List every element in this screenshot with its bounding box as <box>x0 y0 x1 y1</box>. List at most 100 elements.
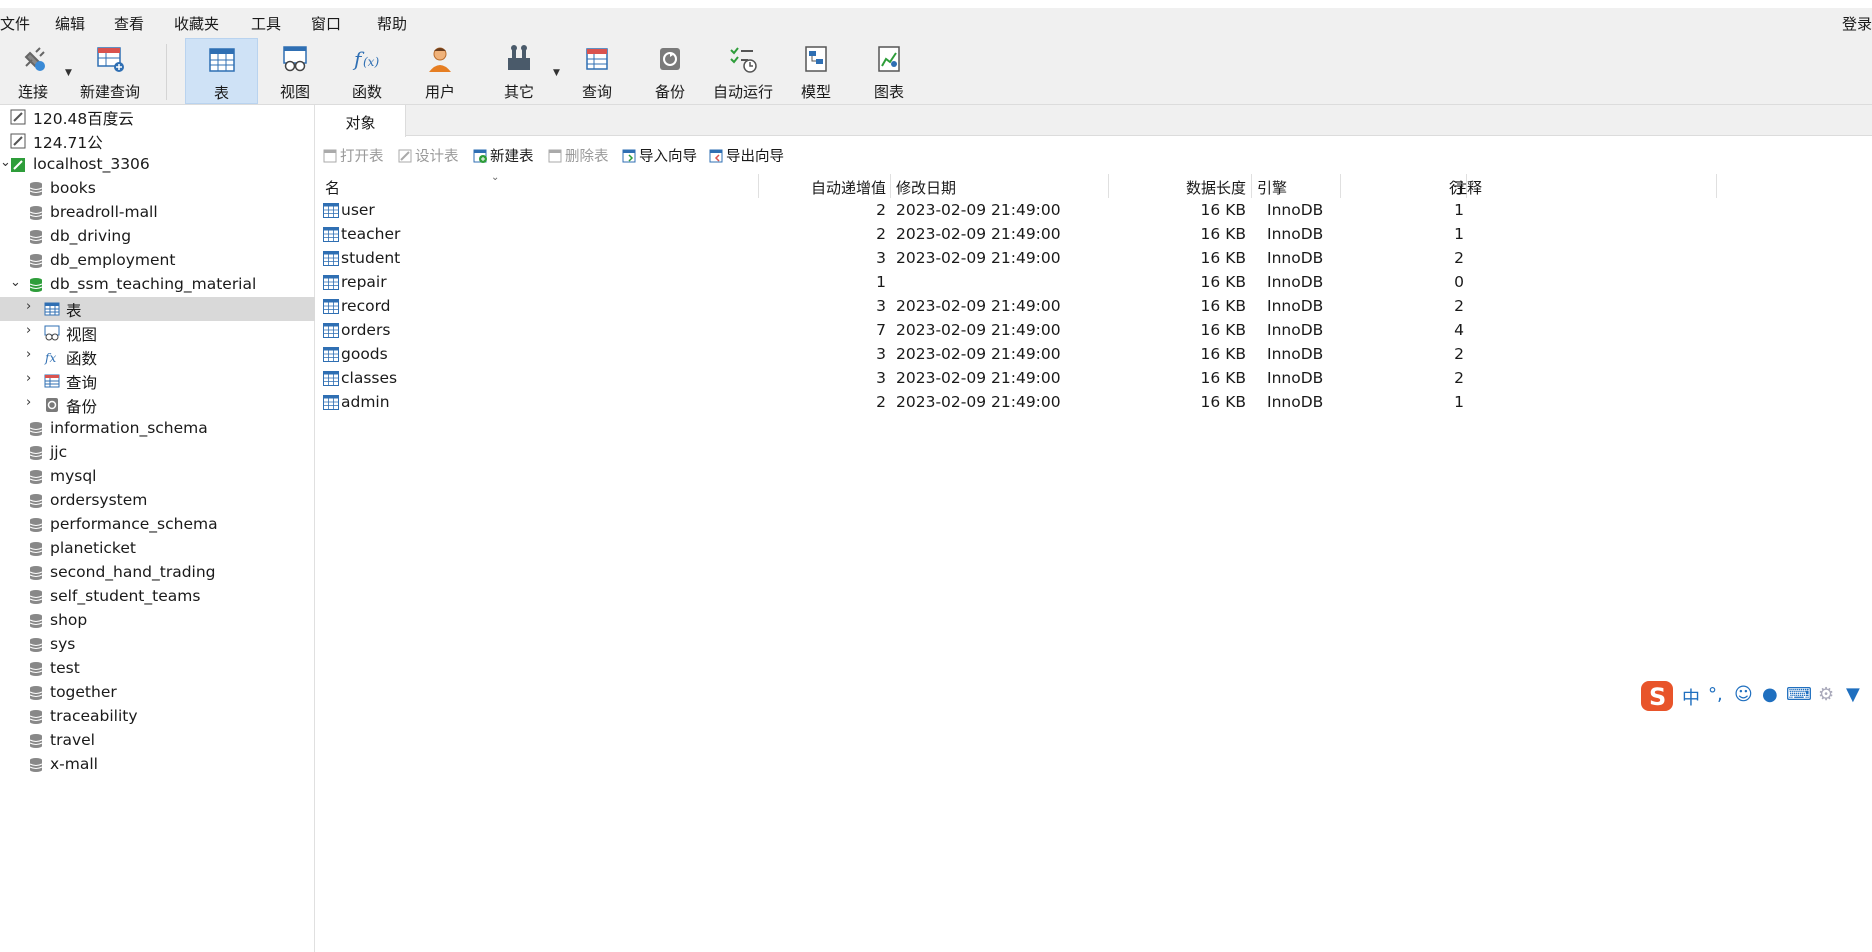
backup-icon <box>660 48 680 70</box>
microphone-icon[interactable]: ● <box>1762 684 1778 705</box>
column-header-auto-increment[interactable]: 自动递增值 <box>758 177 886 198</box>
connect-button[interactable]: 连接 <box>0 38 66 104</box>
tree-database[interactable]: sys <box>0 633 315 657</box>
column-header-rows[interactable]: 行 <box>1340 177 1464 198</box>
backup-button[interactable]: 备份 <box>639 38 701 104</box>
user-tools-icon[interactable]: ⚙ <box>1818 684 1834 705</box>
column-header-modified[interactable]: 修改日期 <box>896 177 956 198</box>
tree-item-views[interactable]: › 视图 <box>0 321 315 345</box>
database-icon <box>29 614 43 628</box>
new-query-button[interactable]: 新建查询 <box>76 38 144 104</box>
expand-arrow-icon[interactable]: › <box>26 299 31 314</box>
tree-database[interactable]: db_employment <box>0 249 315 273</box>
menu-tools[interactable]: 工具 <box>251 13 281 34</box>
tree-database[interactable]: self_student_teams <box>0 585 315 609</box>
tree-database[interactable]: test <box>0 657 315 681</box>
ime-punctuation-toggle[interactable]: °, <box>1708 684 1723 705</box>
export-wizard-button[interactable]: 导出向导 <box>709 145 784 167</box>
menu-help[interactable]: 帮助 <box>377 13 407 34</box>
tree-item-backups[interactable]: › 备份 <box>0 393 315 417</box>
table-button[interactable]: 表 <box>185 38 258 104</box>
tree-database[interactable]: together <box>0 681 315 705</box>
tree-database[interactable]: second_hand_trading <box>0 561 315 585</box>
expand-arrow-icon[interactable]: › <box>26 371 31 386</box>
expand-arrow-icon[interactable]: › <box>26 323 31 338</box>
tree-database[interactable]: mysql <box>0 465 315 489</box>
cell-engine: InnoDB <box>1267 297 1324 315</box>
tab-objects[interactable]: 对象 <box>316 105 406 137</box>
tree-item-queries[interactable]: › 查询 <box>0 369 315 393</box>
tree-database[interactable]: x-mall <box>0 753 315 777</box>
table-row[interactable]: goods 3 2023-02-09 21:49:00 16 KB InnoDB 2 <box>316 343 1872 367</box>
tree-item-tables[interactable]: › 表 <box>0 297 315 321</box>
tree-connection[interactable]: 124.71公 <box>0 129 315 153</box>
expand-arrow-icon[interactable]: › <box>26 395 31 410</box>
table-row[interactable]: orders 7 2023-02-09 21:49:00 16 KB InnoDB 4 <box>316 319 1872 343</box>
table-icon <box>208 48 235 72</box>
other-button[interactable]: 其它 <box>488 38 550 104</box>
tree-database[interactable]: shop <box>0 609 315 633</box>
tree-database[interactable]: performance_schema <box>0 513 315 537</box>
design-table-button[interactable]: 设计表 <box>398 145 459 167</box>
user-button[interactable]: 用户 <box>409 38 471 104</box>
column-header-engine[interactable]: 引擎 <box>1257 177 1287 198</box>
menu-edit[interactable]: 编辑 <box>55 13 85 34</box>
new-table-icon <box>473 149 487 163</box>
column-header-comment[interactable]: 注释 <box>1452 177 1482 198</box>
expand-arrow-icon[interactable]: › <box>26 347 31 362</box>
connect-dropdown-icon[interactable]: ▼ <box>65 68 72 78</box>
column-divider[interactable] <box>1716 174 1717 198</box>
automation-button[interactable]: 自动运行 <box>708 38 778 104</box>
sogou-logo-icon[interactable]: S <box>1640 680 1674 712</box>
table-row[interactable]: record 3 2023-02-09 21:49:00 16 KB InnoDB 2 <box>316 295 1872 319</box>
table-row[interactable]: user 2 2023-02-09 21:49:00 16 KB InnoDB 1 <box>316 199 1872 223</box>
ime-mode-toggle[interactable]: 中 <box>1682 684 1700 710</box>
query-button[interactable]: 查询 <box>566 38 628 104</box>
tree-database[interactable]: jjc <box>0 441 315 465</box>
model-button[interactable]: 模型 <box>785 38 847 104</box>
menu-window[interactable]: 窗口 <box>311 13 341 34</box>
tree-database[interactable]: breadroll-mall <box>0 201 315 225</box>
skin-icon[interactable]: ▼ <box>1846 684 1860 705</box>
tree-connection[interactable]: 120.48百度云 <box>0 105 315 129</box>
collapse-arrow-icon[interactable]: ⌄ <box>10 275 21 290</box>
tree-item-functions[interactable]: › fx 函数 <box>0 345 315 369</box>
function-button[interactable]: f (x) 函数 <box>336 38 398 104</box>
column-divider[interactable] <box>890 174 891 198</box>
tree-database[interactable]: travel <box>0 729 315 753</box>
tree-database[interactable]: traceability <box>0 705 315 729</box>
menu-view[interactable]: 查看 <box>114 13 144 34</box>
keyboard-icon[interactable]: ⌨ <box>1786 684 1812 705</box>
menu-file[interactable]: 文件 <box>0 13 30 34</box>
tree-database[interactable]: ordersystem <box>0 489 315 513</box>
table-row[interactable]: repair 1 16 KB InnoDB 0 <box>316 271 1872 295</box>
tree-database[interactable]: information_schema <box>0 417 315 441</box>
other-dropdown-icon[interactable]: ▼ <box>553 68 560 78</box>
view-icon <box>283 46 307 72</box>
tree-connection-localhost[interactable]: ⌄ localhost_3306 <box>0 153 315 177</box>
tab-bar: 对象 <box>316 105 1872 137</box>
tree-database-open[interactable]: ⌄ db_ssm_teaching_material <box>0 273 315 297</box>
table-row[interactable]: classes 3 2023-02-09 21:49:00 16 KB InnoDB 2 <box>316 367 1872 391</box>
delete-table-button[interactable]: 删除表 <box>548 145 609 167</box>
import-wizard-button[interactable]: 导入向导 <box>622 145 697 167</box>
chart-button[interactable]: 图表 <box>858 38 920 104</box>
emoji-icon[interactable]: ☺ <box>1734 684 1753 705</box>
table-row[interactable]: student 3 2023-02-09 21:49:00 16 KB InnoDB 2 <box>316 247 1872 271</box>
tree-database[interactable]: planeticket <box>0 537 315 561</box>
new-table-button[interactable]: 新建表 <box>473 145 534 167</box>
column-header-data-length[interactable]: 数据长度 <box>1108 177 1246 198</box>
database-icon <box>29 638 43 652</box>
table-row[interactable]: admin 2 2023-02-09 21:49:00 16 KB InnoDB 1 <box>316 391 1872 415</box>
new-query-label: 新建查询 <box>79 83 140 101</box>
menu-favorites[interactable]: 收藏夹 <box>174 13 219 34</box>
cell-rows: 0 <box>1454 273 1464 291</box>
login-link[interactable]: 登录 <box>1842 13 1872 34</box>
open-table-button[interactable]: 打开表 <box>323 145 384 167</box>
view-button[interactable]: 视图 <box>264 38 326 104</box>
column-divider[interactable] <box>1251 174 1252 198</box>
table-row[interactable]: teacher 2 2023-02-09 21:49:00 16 KB InnoDB 1 <box>316 223 1872 247</box>
column-header-name[interactable]: 名 <box>325 177 340 198</box>
tree-database[interactable]: db_driving <box>0 225 315 249</box>
tree-database[interactable]: books <box>0 177 315 201</box>
